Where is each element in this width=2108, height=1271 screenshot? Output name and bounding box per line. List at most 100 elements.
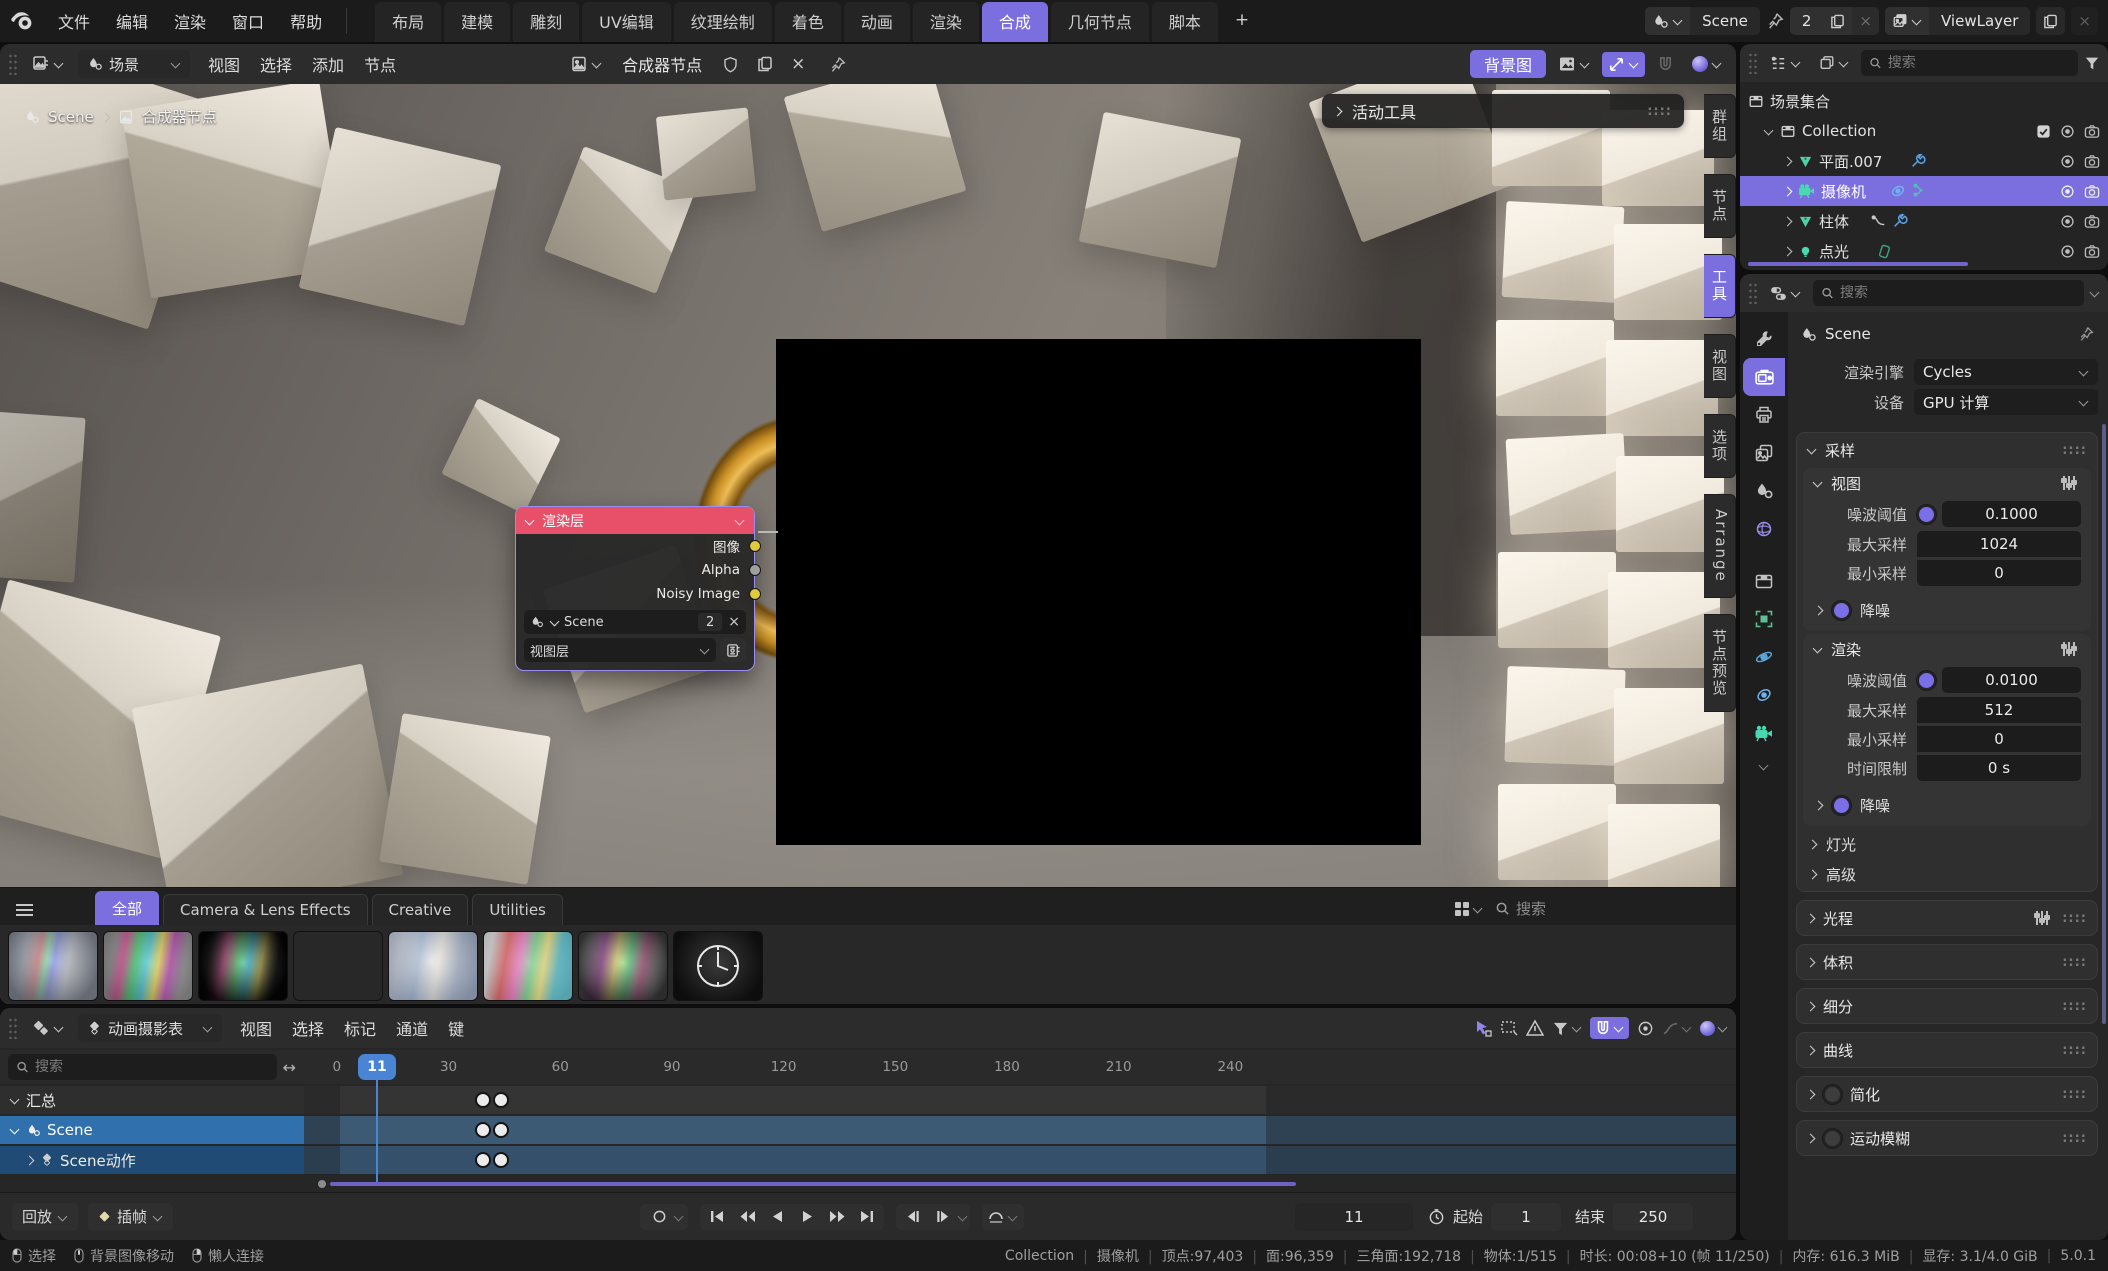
chevron-down-icon[interactable] [2090,289,2100,297]
keyframe[interactable] [475,1152,491,1168]
unlink-close-icon[interactable]: × [785,50,811,78]
tab-collection[interactable] [1743,562,1785,600]
device-dropdown[interactable]: GPU 计算 [1914,389,2098,415]
node-editor-viewport[interactable]: Scene 合成器节点 活动工具 :::: 群组节点工具视图选项Arrange节… [0,84,1736,1004]
sidebar-tab[interactable]: 工具 [1704,254,1736,318]
channel-scene[interactable]: Scene [0,1116,304,1144]
socket-image[interactable] [749,540,761,552]
presets-icon[interactable] [2036,911,2048,925]
auto-keyframe-button[interactable] [644,1204,674,1230]
menu-item[interactable]: 通道 [386,1012,438,1044]
scrollbar-handle[interactable] [318,1180,326,1188]
zoom-backdrop-button[interactable] [1602,52,1645,77]
start-frame-field[interactable]: 1 [1491,1203,1561,1231]
properties-search[interactable] [1813,280,2084,306]
workspace-tab[interactable]: 几何节点 [1051,2,1149,42]
render-subpanel-header[interactable]: 渲染 [1803,634,2091,664]
render-single-layer-button[interactable] [720,638,746,662]
backdrop-toggle-button[interactable]: 背景图 [1470,50,1546,78]
channel-summary[interactable]: 汇总 [0,1086,304,1114]
drag-dots[interactable]: :::: [2062,1131,2087,1146]
keyframe[interactable] [475,1092,491,1108]
min-samples-value[interactable]: 0 [1917,726,2081,752]
workspace-tab[interactable]: 渲染 [913,2,979,42]
tweak-cursor-icon[interactable] [1474,1019,1492,1037]
noise-threshold-value[interactable]: 0.0100 [1942,667,2081,693]
summary-key-row[interactable] [304,1086,1736,1114]
socket-noisy-image[interactable] [749,588,761,600]
hide-viewport-icon[interactable] [2060,214,2075,229]
asset-thumbnail[interactable] [578,931,668,1001]
chevron-down-icon[interactable] [1759,762,1769,770]
section-simplify[interactable]: 简化 :::: [1796,1076,2098,1112]
max-samples-value[interactable]: 1024 [1917,531,2081,557]
section-light-paths[interactable]: 光程 :::: [1796,900,2098,936]
presets-icon[interactable] [2063,642,2075,656]
breadcrumb-scene[interactable]: Scene [1825,325,1871,343]
workspace-tab[interactable]: 着色 [775,2,841,42]
falloff-curve-icon[interactable] [1662,1020,1692,1037]
close-icon[interactable]: × [728,614,740,630]
sidebar-tab[interactable]: 选项 [1704,414,1736,478]
overlays-sphere-button[interactable] [1686,52,1728,76]
hamburger-menu-icon[interactable] [16,904,33,916]
noise-threshold-checkbox[interactable] [1917,505,1936,524]
asset-shelf-tab[interactable]: Utilities [472,894,562,925]
properties-search-input[interactable] [1840,285,2076,301]
sidebar-tab[interactable]: 视图 [1704,334,1736,398]
menu-item[interactable]: 节点 [354,48,406,80]
tab-scene[interactable] [1743,472,1785,510]
asset-shelf-tab[interactable]: 全部 [95,891,159,925]
animation-icon[interactable] [1871,213,1887,229]
tab-object-data-camera[interactable] [1743,714,1785,752]
workspace-tab[interactable]: UV编辑 [582,2,671,42]
render-denoise-row[interactable]: 降噪 [1803,790,2091,820]
tab-object[interactable] [1743,600,1785,638]
section-curves[interactable]: 曲线 :::: [1796,1032,2098,1068]
editor-type-button[interactable] [26,51,70,77]
motion-blur-checkbox[interactable] [1823,1129,1842,1148]
timeline-ruler[interactable]: 0306090120150180210240 [281,1050,1286,1084]
noise-threshold-value[interactable]: 0.1000 [1942,501,2081,527]
pin-icon[interactable] [2078,326,2094,342]
render-engine-dropdown[interactable]: Cycles [1914,359,2098,385]
next-keyframe-button[interactable] [822,1204,852,1230]
filter-funnel-button[interactable] [1552,1020,1582,1037]
playhead-label[interactable]: 11 [358,1054,396,1080]
sidebar-tab[interactable]: 节点预览 [1704,614,1736,712]
dope-sheet-mode-selector[interactable]: 动画摄影表 [78,1014,222,1042]
warning-icon[interactable] [1526,1019,1544,1037]
sidebar-tab[interactable]: 群组 [1704,94,1736,158]
tab-world[interactable] [1743,510,1785,548]
duplicate-icon[interactable] [751,52,779,76]
workspace-tab[interactable]: 雕刻 [513,2,579,42]
breadcrumb-node-tree[interactable]: 合成器节点 [142,106,217,127]
box-select-icon[interactable] [1500,1019,1518,1037]
workspace-tab[interactable]: 合成 [982,2,1048,42]
menu-item[interactable]: 文件 [46,4,102,38]
current-frame-field[interactable]: 11 [1295,1203,1413,1231]
collapse-icon[interactable] [525,517,535,525]
outliner-row-scene-collection[interactable]: 场景集合 [1740,86,2108,116]
pin-icon[interactable] [823,52,852,77]
fake-user-shield-icon[interactable] [716,52,745,77]
render-layers-node[interactable]: 渲染层 图像 Alpha Noisy Image Scene 2 × [515,506,755,671]
modifier-wrench-icon[interactable] [1892,213,1908,229]
sampling-panel-header[interactable]: 采样 :::: [1797,435,2097,465]
clock-icon[interactable] [1428,1208,1445,1225]
proportional-edit-icon[interactable] [1637,1020,1654,1037]
workspace-tab[interactable]: 纹理绘制 [674,2,772,42]
active-tool-panel[interactable]: 活动工具 :::: [1322,94,1684,128]
asset-search[interactable]: 搜索 [1495,898,1546,919]
duplicate-icon[interactable] [1823,7,1852,35]
drag-dots[interactable]: :::: [2062,955,2087,970]
asset-thumbnail[interactable] [8,931,98,1001]
display-mode-button[interactable] [1813,51,1855,75]
filter-funnel-icon[interactable] [2084,55,2100,71]
snap-magnet-button[interactable] [1590,1017,1629,1039]
constraint-icon[interactable] [1877,244,1892,259]
drag-dots[interactable]: :::: [2062,999,2087,1014]
disable-render-camera-icon[interactable] [2084,124,2100,139]
pin-icon[interactable] [1766,12,1784,30]
keyframe[interactable] [493,1122,509,1138]
